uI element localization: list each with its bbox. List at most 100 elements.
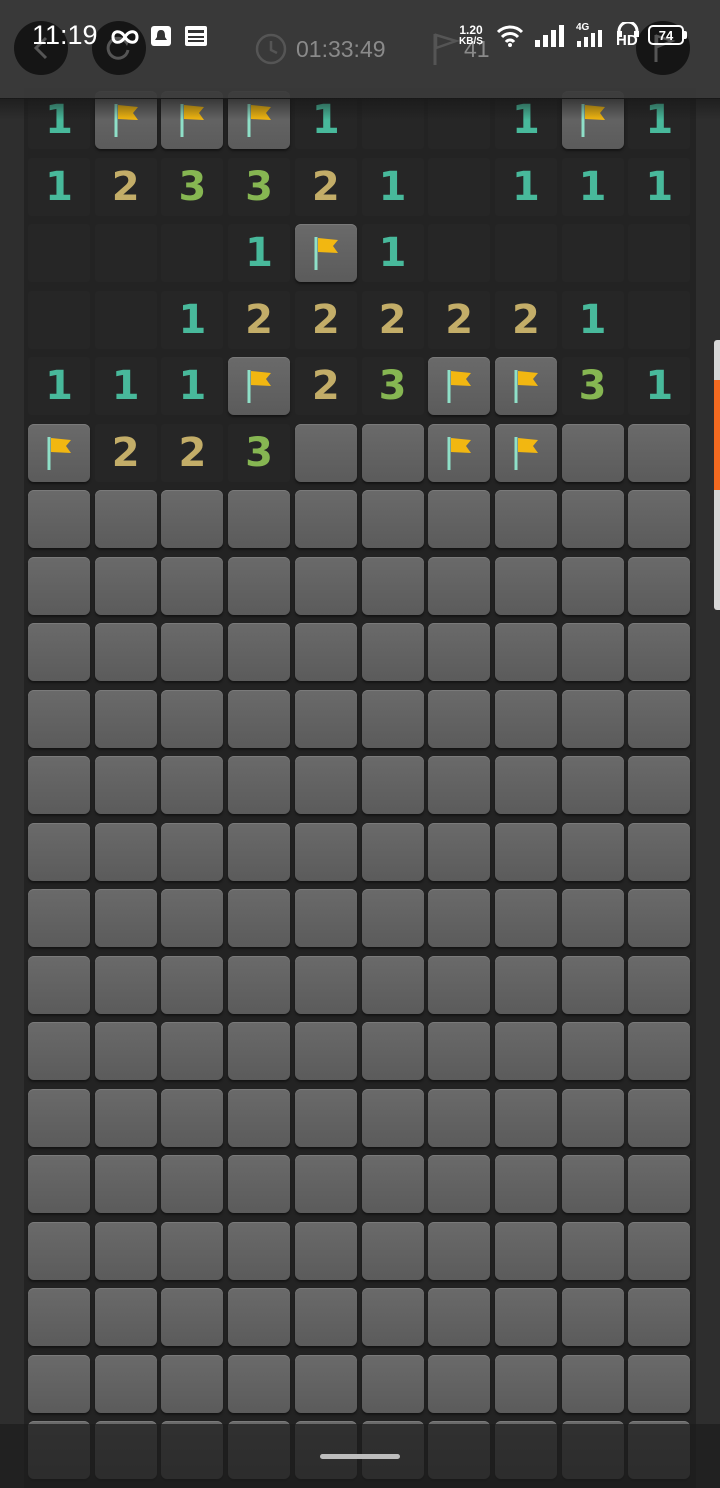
covered-cell[interactable] (228, 1155, 291, 1213)
covered-cell[interactable] (228, 1088, 291, 1147)
covered-cell[interactable] (494, 1221, 557, 1280)
covered-cell[interactable] (628, 1221, 691, 1280)
covered-cell[interactable] (161, 756, 224, 814)
number-cell[interactable]: 2 (494, 290, 557, 349)
covered-cell[interactable] (561, 1088, 624, 1147)
flagged-cell[interactable] (228, 357, 291, 415)
number-cell[interactable]: 1 (28, 157, 90, 216)
covered-cell[interactable] (294, 955, 357, 1014)
covered-cell[interactable] (428, 1288, 491, 1346)
empty-cell[interactable] (494, 224, 557, 282)
covered-cell[interactable] (28, 889, 90, 947)
number-cell[interactable]: 3 (161, 157, 224, 216)
covered-cell[interactable] (294, 1288, 357, 1346)
covered-cell[interactable] (561, 689, 624, 748)
covered-cell[interactable] (428, 1221, 491, 1280)
covered-cell[interactable] (228, 490, 291, 548)
covered-cell[interactable] (628, 423, 691, 482)
covered-cell[interactable] (161, 1022, 224, 1080)
covered-cell[interactable] (561, 1354, 624, 1413)
number-cell[interactable]: 1 (628, 157, 691, 216)
covered-cell[interactable] (561, 822, 624, 881)
covered-cell[interactable] (361, 689, 424, 748)
number-cell[interactable]: 3 (361, 357, 424, 415)
number-cell[interactable]: 2 (294, 290, 357, 349)
covered-cell[interactable] (628, 556, 691, 615)
covered-cell[interactable] (428, 955, 491, 1014)
empty-cell[interactable] (428, 224, 491, 282)
covered-cell[interactable] (361, 1155, 424, 1213)
covered-cell[interactable] (161, 1354, 224, 1413)
covered-cell[interactable] (94, 490, 157, 548)
covered-cell[interactable] (628, 689, 691, 748)
covered-cell[interactable] (428, 623, 491, 681)
number-cell[interactable]: 2 (161, 423, 224, 482)
covered-cell[interactable] (628, 1155, 691, 1213)
covered-cell[interactable] (494, 490, 557, 548)
empty-cell[interactable] (28, 290, 90, 349)
number-cell[interactable]: 1 (94, 357, 157, 415)
covered-cell[interactable] (361, 490, 424, 548)
covered-cell[interactable] (94, 1288, 157, 1346)
number-cell[interactable]: 2 (294, 357, 357, 415)
covered-cell[interactable] (94, 689, 157, 748)
flagged-cell[interactable] (428, 423, 491, 482)
covered-cell[interactable] (494, 756, 557, 814)
number-cell[interactable]: 2 (428, 290, 491, 349)
covered-cell[interactable] (28, 623, 90, 681)
covered-cell[interactable] (161, 1155, 224, 1213)
covered-cell[interactable] (494, 822, 557, 881)
covered-cell[interactable] (28, 822, 90, 881)
number-cell[interactable]: 1 (361, 224, 424, 282)
empty-cell[interactable] (94, 224, 157, 282)
flagged-cell[interactable] (294, 224, 357, 282)
empty-cell[interactable] (161, 224, 224, 282)
covered-cell[interactable] (161, 689, 224, 748)
covered-cell[interactable] (28, 1354, 90, 1413)
empty-cell[interactable] (94, 290, 157, 349)
empty-cell[interactable] (561, 224, 624, 282)
covered-cell[interactable] (361, 955, 424, 1014)
covered-cell[interactable] (94, 1221, 157, 1280)
empty-cell[interactable] (628, 224, 691, 282)
covered-cell[interactable] (494, 1088, 557, 1147)
number-cell[interactable]: 2 (361, 290, 424, 349)
covered-cell[interactable] (628, 1354, 691, 1413)
covered-cell[interactable] (361, 1354, 424, 1413)
covered-cell[interactable] (294, 1155, 357, 1213)
covered-cell[interactable] (94, 1155, 157, 1213)
covered-cell[interactable] (161, 1221, 224, 1280)
number-cell[interactable]: 1 (561, 157, 624, 216)
number-cell[interactable]: 1 (361, 157, 424, 216)
covered-cell[interactable] (361, 889, 424, 947)
covered-cell[interactable] (494, 955, 557, 1014)
number-cell[interactable]: 3 (228, 423, 291, 482)
number-cell[interactable]: 3 (228, 157, 291, 216)
covered-cell[interactable] (228, 689, 291, 748)
covered-cell[interactable] (494, 689, 557, 748)
covered-cell[interactable] (628, 756, 691, 814)
covered-cell[interactable] (294, 1088, 357, 1147)
covered-cell[interactable] (361, 1022, 424, 1080)
empty-cell[interactable] (628, 290, 691, 349)
covered-cell[interactable] (628, 490, 691, 548)
covered-cell[interactable] (28, 1022, 90, 1080)
covered-cell[interactable] (94, 955, 157, 1014)
covered-cell[interactable] (161, 623, 224, 681)
covered-cell[interactable] (628, 1088, 691, 1147)
covered-cell[interactable] (228, 822, 291, 881)
covered-cell[interactable] (28, 756, 90, 814)
empty-cell[interactable] (428, 157, 491, 216)
covered-cell[interactable] (228, 1354, 291, 1413)
covered-cell[interactable] (561, 889, 624, 947)
covered-cell[interactable] (561, 556, 624, 615)
covered-cell[interactable] (228, 889, 291, 947)
covered-cell[interactable] (561, 623, 624, 681)
covered-cell[interactable] (94, 1022, 157, 1080)
covered-cell[interactable] (561, 423, 624, 482)
covered-cell[interactable] (494, 889, 557, 947)
covered-cell[interactable] (294, 689, 357, 748)
flagged-cell[interactable] (494, 423, 557, 482)
covered-cell[interactable] (228, 623, 291, 681)
number-cell[interactable]: 1 (161, 290, 224, 349)
